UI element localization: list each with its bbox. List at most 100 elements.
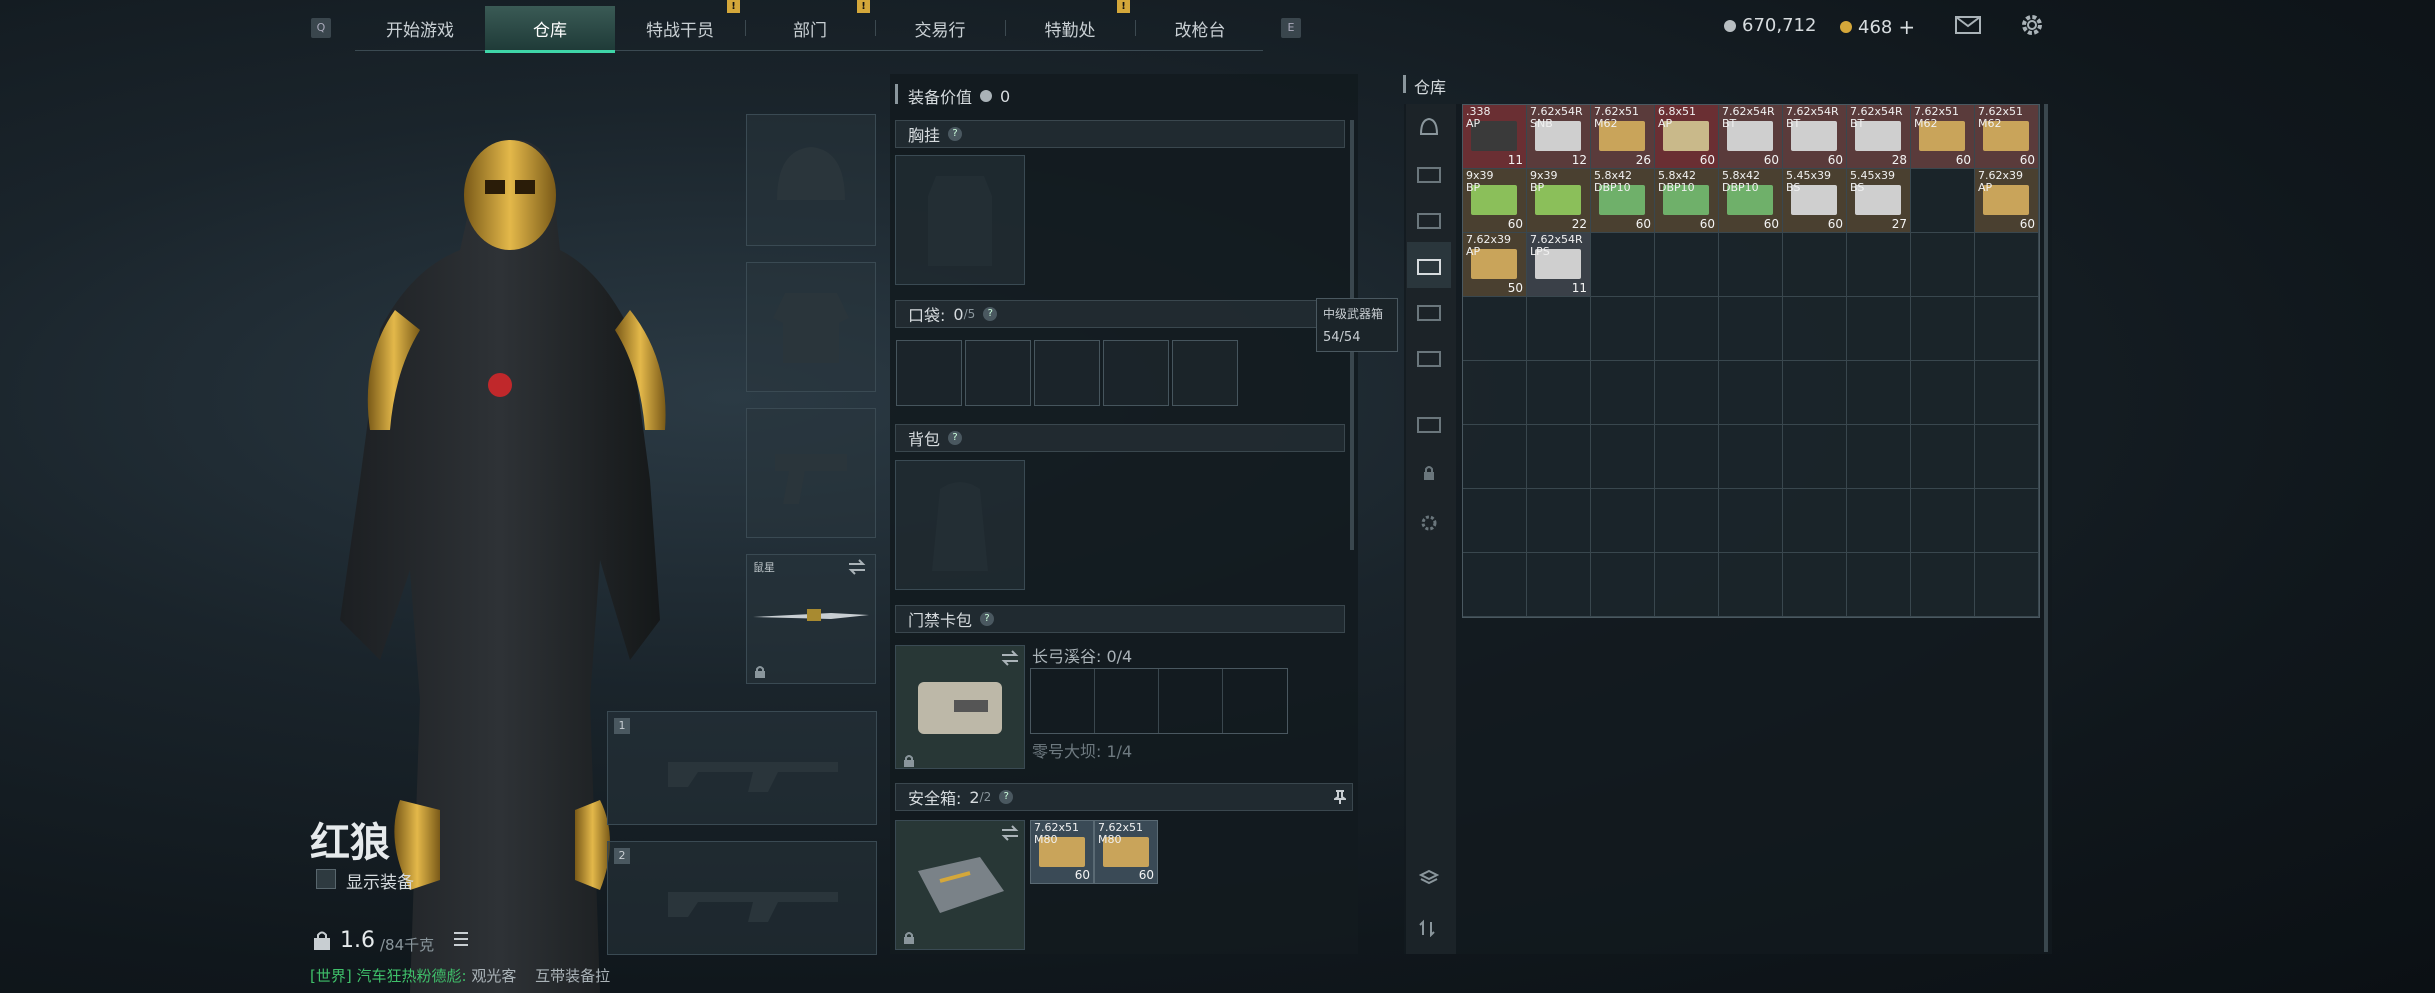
storage-cell[interactable] (1591, 489, 1655, 553)
storage-item[interactable]: 7.62x54R BT 28 (1847, 105, 1910, 168)
storage-cell[interactable] (1975, 297, 2039, 361)
storage-scrollbar[interactable] (2044, 104, 2048, 952)
sidebar-tab-3[interactable] (1407, 242, 1451, 288)
storage-cell[interactable]: 7.62x54R SNB 12 (1527, 105, 1591, 169)
storage-cell[interactable] (1591, 361, 1655, 425)
storage-cell[interactable] (1975, 425, 2039, 489)
tab-department[interactable]: 部门 (745, 6, 875, 50)
storage-cell[interactable] (1911, 489, 1975, 553)
storage-cell[interactable] (1847, 489, 1911, 553)
storage-cell[interactable] (1655, 361, 1719, 425)
storage-cell[interactable]: 7.62x54R LPS 11 (1527, 233, 1591, 297)
storage-cell[interactable] (1847, 553, 1911, 617)
storage-item[interactable]: 7.62x39 AP 50 (1463, 233, 1526, 296)
storage-cell[interactable] (1719, 553, 1783, 617)
storage-cell[interactable] (1527, 489, 1591, 553)
tab-gunsmith[interactable]: 改枪台 (1135, 6, 1265, 50)
storage-cell[interactable] (1783, 233, 1847, 297)
storage-cell[interactable]: 5.8x42 DBP10 60 (1655, 169, 1719, 233)
sidebar-tab-settings[interactable] (1407, 500, 1451, 546)
pocket-slot[interactable] (1103, 340, 1169, 406)
pocket-slot[interactable] (896, 340, 962, 406)
next-tab-key[interactable]: E (1281, 18, 1301, 38)
settings-gear-icon[interactable] (2020, 13, 2044, 37)
storage-item[interactable]: 6.8x51 AP 60 (1655, 105, 1718, 168)
keycard-slot[interactable] (1031, 669, 1095, 733)
storage-cell[interactable] (1591, 233, 1655, 297)
backpack-slot[interactable] (895, 460, 1025, 590)
swap-icon[interactable] (847, 559, 867, 575)
safebox-item[interactable]: 7.62x51 M80 60 (1094, 820, 1158, 884)
storage-cell[interactable] (1911, 169, 1975, 233)
keycard-case-slot[interactable] (895, 645, 1025, 769)
storage-item[interactable]: 7.62x54R BT 60 (1783, 105, 1846, 168)
keycard-slot[interactable] (1095, 669, 1159, 733)
secondary-weapon-slot[interactable]: 2 (607, 841, 877, 955)
pocket-slot[interactable] (1034, 340, 1100, 406)
sidebar-tab-2[interactable] (1407, 196, 1451, 242)
add-currency-button[interactable]: + (1898, 15, 1915, 39)
storage-cell[interactable] (1527, 553, 1591, 617)
storage-cell[interactable] (1911, 425, 1975, 489)
storage-cell[interactable] (1591, 425, 1655, 489)
tab-operators[interactable]: 特战干员 (615, 6, 745, 50)
armor-slot[interactable] (746, 262, 876, 392)
safebox-slot[interactable] (895, 820, 1025, 950)
storage-item[interactable]: 7.62x39 AP 60 (1975, 169, 2038, 232)
storage-cell[interactable] (1783, 489, 1847, 553)
help-icon[interactable]: ? (983, 307, 998, 321)
storage-item[interactable]: 7.62x54R BT 60 (1719, 105, 1782, 168)
storage-cell[interactable]: 5.45x39 BS 27 (1847, 169, 1911, 233)
storage-cell[interactable]: 7.62x51 M62 60 (1975, 105, 2039, 169)
storage-cell[interactable] (1911, 553, 1975, 617)
storage-cell[interactable] (1975, 489, 2039, 553)
storage-cell[interactable] (1527, 361, 1591, 425)
chest-rig-slot[interactable] (895, 155, 1025, 285)
helmet-slot[interactable] (746, 114, 876, 246)
help-icon[interactable]: ? (948, 127, 963, 141)
storage-item[interactable]: 9x39 BP 60 (1463, 169, 1526, 232)
storage-cell[interactable] (1655, 425, 1719, 489)
storage-cell[interactable]: 7.62x54R BT 60 (1719, 105, 1783, 169)
keycard-slot[interactable] (1223, 669, 1287, 733)
help-icon[interactable]: ? (999, 790, 1014, 804)
sidebar-tab-6[interactable] (1407, 400, 1451, 446)
storage-cell[interactable]: 5.8x42 DBP10 60 (1591, 169, 1655, 233)
safebox-item[interactable]: 7.62x51 M80 60 (1030, 820, 1094, 884)
show-gear-checkbox[interactable] (316, 869, 336, 889)
storage-cell[interactable]: 5.45x39 BS 60 (1783, 169, 1847, 233)
storage-item[interactable]: 9x39 BP 22 (1527, 169, 1590, 232)
storage-cell[interactable] (1463, 297, 1527, 361)
storage-cell[interactable] (1911, 297, 1975, 361)
storage-cell[interactable] (1911, 361, 1975, 425)
sidebar-tab-all[interactable] (1407, 104, 1451, 150)
storage-cell[interactable] (1847, 297, 1911, 361)
storage-cell[interactable] (1719, 297, 1783, 361)
storage-cell[interactable] (1463, 361, 1527, 425)
storage-cell[interactable] (1847, 361, 1911, 425)
storage-cell[interactable] (1911, 233, 1975, 297)
primary-weapon-slot[interactable]: 1 (607, 711, 877, 825)
storage-cell[interactable]: 7.62x51 M62 26 (1591, 105, 1655, 169)
storage-cell[interactable] (1719, 489, 1783, 553)
storage-cell[interactable]: 9x39 BP 60 (1463, 169, 1527, 233)
storage-cell[interactable] (1975, 553, 2039, 617)
sidebar-tab-locked[interactable] (1407, 450, 1451, 496)
swap-icon[interactable] (1000, 650, 1020, 666)
storage-cell[interactable] (1527, 297, 1591, 361)
storage-item[interactable]: 5.45x39 BS 27 (1847, 169, 1910, 232)
storage-cell[interactable] (1655, 233, 1719, 297)
tab-trade[interactable]: 交易行 (875, 6, 1005, 50)
storage-item[interactable]: 5.45x39 BS 60 (1783, 169, 1846, 232)
storage-cell[interactable] (1783, 297, 1847, 361)
storage-item[interactable]: 7.62x51 M62 60 (1975, 105, 2038, 168)
storage-cell[interactable] (1783, 361, 1847, 425)
storage-cell[interactable]: 7.62x39 AP 60 (1975, 169, 2039, 233)
list-icon[interactable] (452, 930, 470, 948)
swap-icon[interactable] (1000, 825, 1020, 841)
pocket-slot[interactable] (1172, 340, 1238, 406)
pin-icon[interactable] (1334, 789, 1346, 805)
storage-item[interactable]: 5.8x42 DBP10 60 (1591, 169, 1654, 232)
storage-cell[interactable] (1719, 233, 1783, 297)
pocket-slot[interactable] (965, 340, 1031, 406)
